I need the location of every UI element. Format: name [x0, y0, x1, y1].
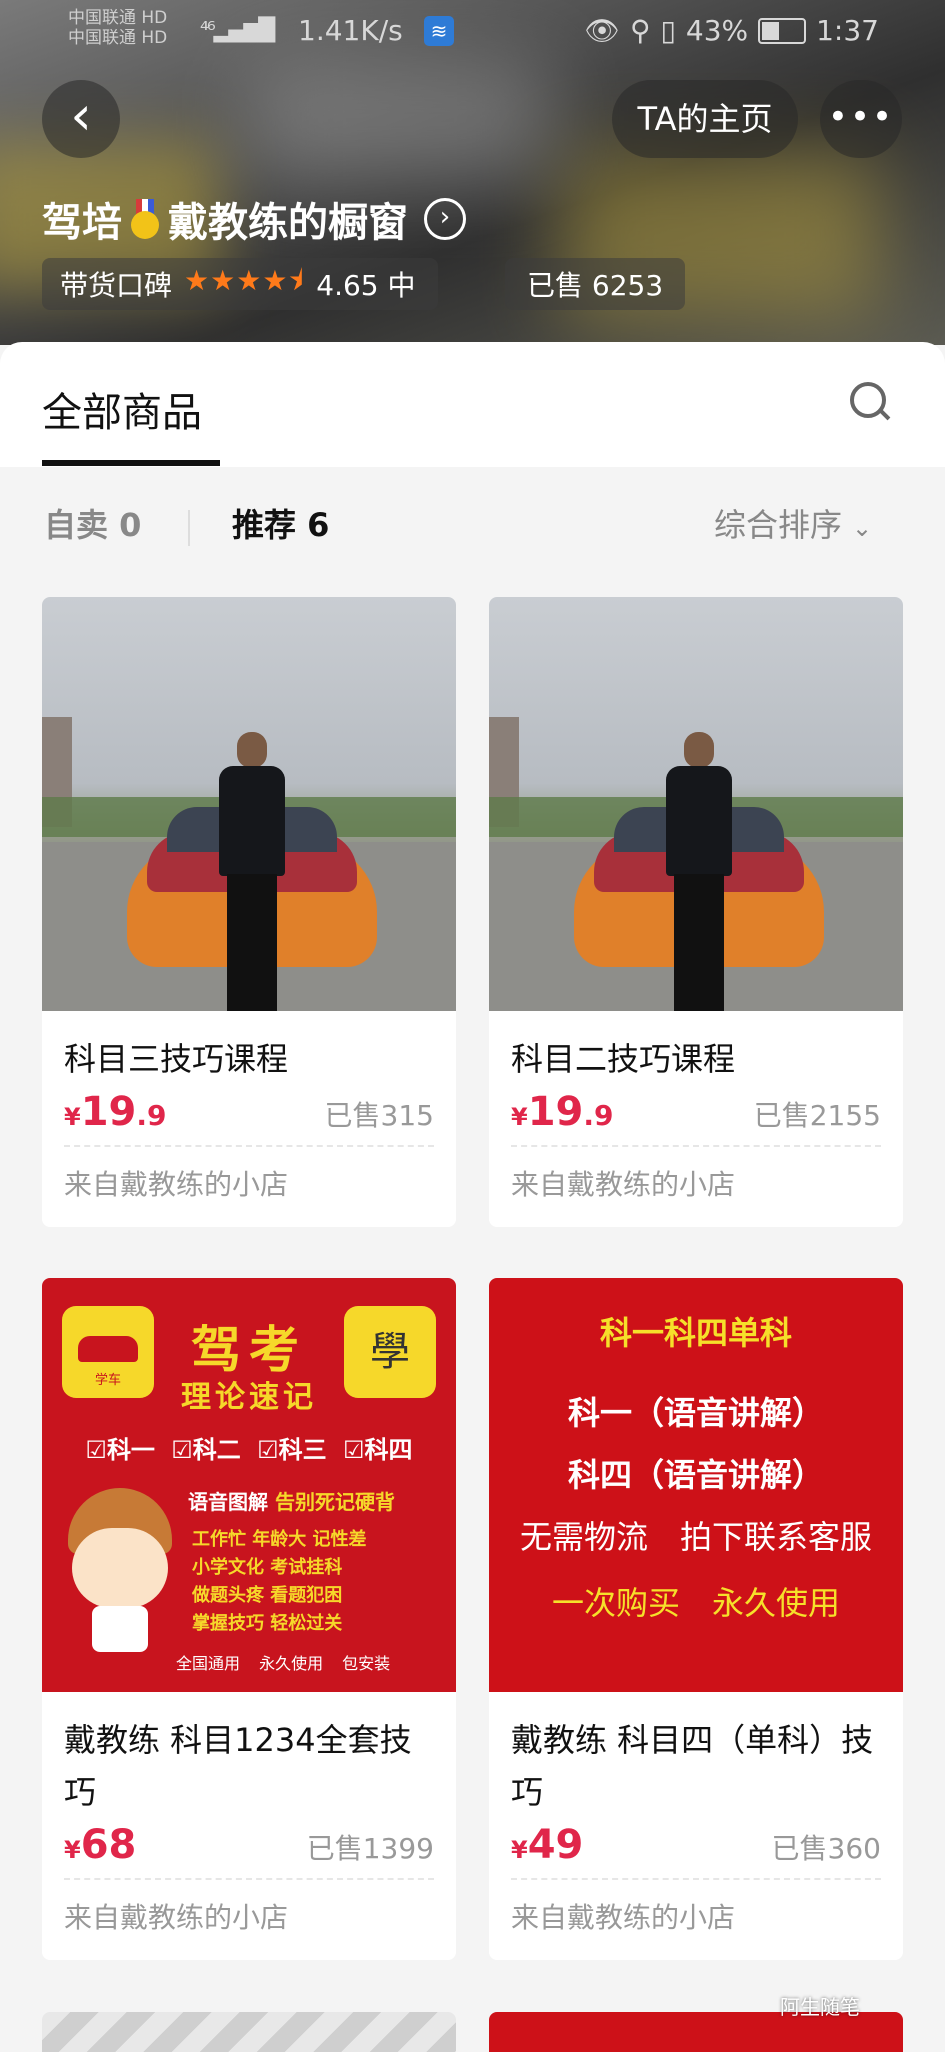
study-icon: 學	[344, 1306, 436, 1398]
reputation-score: 4.65 中	[316, 269, 416, 302]
more-dots-icon: •••	[827, 97, 895, 137]
chevron-down-icon: ⌄	[852, 514, 873, 542]
product-image	[489, 597, 903, 1011]
network-speed: 1.41K/s	[298, 14, 403, 47]
chevron-right-circle-icon: ›	[424, 198, 466, 240]
back-button[interactable]: ‹	[42, 80, 120, 158]
product-price: ¥19.9	[511, 1089, 614, 1135]
product-image: 科一科四单科 科一（语音讲解） 科四（语音讲解） 无需物流 拍下联系客服 一次购…	[489, 1278, 903, 1692]
poster-subjects: ☑科一 ☑科二 ☑科三 ☑科四	[85, 1436, 413, 1464]
search-icon[interactable]	[850, 382, 891, 422]
poster-line: 科四（语音讲解）	[567, 1456, 824, 1494]
battery-icon	[758, 17, 807, 44]
poster-line: 无需物流 拍下联系客服	[519, 1518, 872, 1556]
product-shop-source: 来自戴教练的小店	[64, 1168, 289, 1201]
cartoon-kid-icon	[62, 1488, 178, 1668]
tab-all-products[interactable]: 全部商品	[42, 380, 202, 438]
active-tab-indicator	[42, 460, 220, 466]
product-sold-count: 已售2155	[753, 1099, 881, 1132]
clock: 1:37	[816, 14, 879, 47]
product-price: ¥49	[511, 1822, 584, 1868]
product-sold-count: 已售1399	[306, 1832, 434, 1865]
product-shop-source: 来自戴教练的小店	[64, 1901, 289, 1934]
back-arrow-icon: ‹	[70, 84, 92, 147]
product-image	[42, 597, 456, 1011]
reputation-label: 带货口碑	[60, 269, 173, 302]
status-right-group: 👁 ⚲ ▯ 43% 1:37	[584, 14, 879, 47]
poster-feature-lines: 工作忙 年龄大 记性差 小学文化 考试挂科 做题头疼 看题犯困 掌握技巧 轻松过…	[192, 1529, 367, 1634]
filter-divider	[188, 510, 190, 546]
product-shop-source: 来自戴教练的小店	[511, 1168, 736, 1201]
product-card-peek[interactable]	[42, 2012, 456, 2052]
product-card[interactable]: 科目二技巧课程 ¥19.9 已售2155 来自戴教练的小店	[489, 597, 903, 1227]
store-title[interactable]: 驾培 戴教练的橱窗 ›	[42, 190, 466, 248]
app-notification-icon: ≋	[424, 16, 454, 46]
filter-recommended[interactable]: 推荐 6	[232, 500, 329, 546]
product-shop-source: 来自戴教练的小店	[511, 1901, 736, 1934]
product-card[interactable]: 科目三技巧课程 ¥19.9 已售315 来自戴教练的小店	[42, 597, 456, 1227]
product-title: 科目二技巧课程	[511, 1040, 736, 1078]
status-bar: 中国联通 HD 中国联通 HD ⁴⁶▂▄▆█ 1.41K/s ≋ 👁 ⚲ ▯ 4…	[0, 0, 945, 62]
store-title-name: 戴教练的橱窗	[168, 200, 408, 246]
filter-row: 自卖 0 推荐 6 综合排序 ⌄	[0, 470, 945, 590]
ta-homepage-button[interactable]: TA的主页	[612, 80, 798, 158]
product-price: ¥19.9	[64, 1089, 167, 1135]
total-sold-badge: 已售 6253	[505, 258, 686, 310]
eye-icon: 👁	[584, 14, 620, 47]
product-card[interactable]: 科一科四单科 科一（语音讲解） 科四（语音讲解） 无需物流 拍下联系客服 一次购…	[489, 1278, 903, 1960]
poster-headline: 科一科四单科	[599, 1314, 792, 1352]
more-options-button[interactable]: •••	[820, 80, 902, 158]
product-image: 学车 驾考 理论速记 學 ☑科一 ☑科二 ☑科三 ☑科四 语音图解 告别死记硬背…	[42, 1278, 456, 1692]
filter-self-sell[interactable]: 自卖 0	[44, 500, 141, 546]
product-sold-count: 已售360	[771, 1832, 881, 1865]
product-title: 科目三技巧课程	[64, 1040, 289, 1078]
product-price: ¥68	[64, 1822, 137, 1868]
vibrate-icon: ▯	[660, 14, 676, 47]
product-sold-count: 已售315	[324, 1099, 434, 1132]
sort-label: 综合排序	[714, 506, 843, 544]
poster-voice-line: 语音图解 告别死记硬背	[188, 1490, 395, 1514]
carrier-label: 中国联通 HD 中国联通 HD	[68, 8, 168, 48]
poster-footer: 全国通用 永久使用 包安装	[176, 1654, 391, 1673]
product-title: 戴教练 科目四（单科）技巧	[511, 1721, 874, 1811]
product-card[interactable]: 学车 驾考 理论速记 學 ☑科一 ☑科二 ☑科三 ☑科四 语音图解 告别死记硬背…	[42, 1278, 456, 1960]
location-icon: ⚲	[629, 14, 651, 47]
reputation-badge[interactable]: 带货口碑 ★★★★⯨ 4.65 中	[42, 258, 438, 310]
medal-icon	[128, 199, 162, 239]
star-rating-icon: ★★★★⯨	[184, 264, 305, 297]
battery-percent: 43%	[685, 14, 749, 47]
store-title-prefix: 驾培	[42, 200, 122, 246]
sort-dropdown[interactable]: 综合排序 ⌄	[714, 500, 872, 546]
poster-line: 科一（语音讲解）	[567, 1394, 824, 1432]
watermark: 阿生随笔	[780, 1995, 860, 2019]
signal-icon: ⁴⁶▂▄▆█	[200, 18, 275, 43]
product-title: 戴教练 科目1234全套技巧	[64, 1721, 412, 1811]
poster-line: 一次购买 永久使用	[551, 1584, 840, 1622]
